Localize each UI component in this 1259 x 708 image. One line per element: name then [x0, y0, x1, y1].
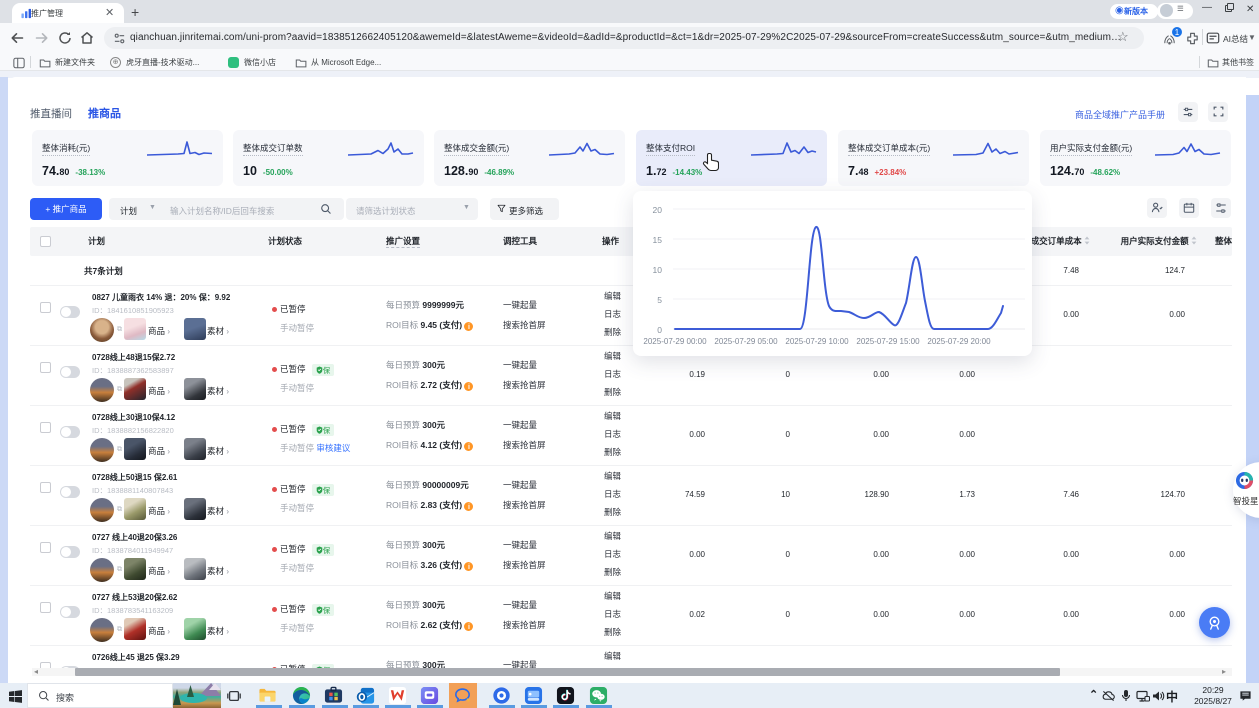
svg-text:2025-07-29 05:00: 2025-07-29 05:00 [714, 337, 778, 346]
svg-text:2025-07-29 15:00: 2025-07-29 15:00 [856, 337, 920, 346]
svg-text:0: 0 [657, 325, 662, 335]
svg-text:2025-07-29 20:00: 2025-07-29 20:00 [927, 337, 991, 346]
svg-text:5: 5 [657, 295, 662, 305]
svg-text:2025-07-29 10:00: 2025-07-29 10:00 [785, 337, 849, 346]
svg-text:20: 20 [653, 205, 663, 215]
svg-text:15: 15 [653, 235, 663, 245]
svg-text:10: 10 [653, 265, 663, 275]
svg-text:2025-07-29 00:00: 2025-07-29 00:00 [643, 337, 707, 346]
